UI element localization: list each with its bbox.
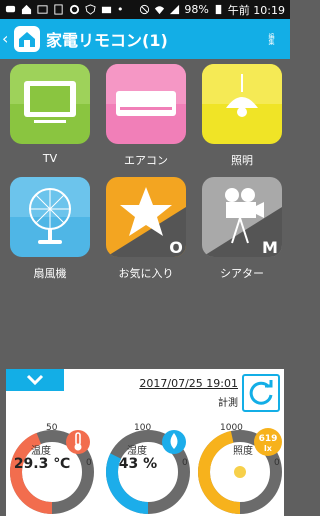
house-icon [19, 32, 35, 47]
favorites-label: お気に入り [118, 267, 174, 280]
more-notifications-icon: • [117, 3, 124, 16]
light-bulb-icon [234, 466, 246, 481]
fan-label: 扇風機 [33, 267, 67, 280]
refresh-icon [249, 380, 273, 405]
illuminance-max: 1000 [220, 423, 243, 433]
favorites-tile[interactable]: O [106, 177, 186, 257]
settings-icon [69, 4, 80, 15]
humidity-max: 100 [134, 423, 152, 433]
info-icon [54, 4, 63, 15]
tv-icon [10, 64, 90, 144]
humidity-gauge: 100 0 湿度 43 % [104, 422, 194, 516]
sensor-panel: 2017/07/25 19:01 計測 50 0 温度 29.3 ℃ 100 0… [6, 369, 284, 516]
mail-icon [101, 6, 112, 14]
illuminance-min: 0 [274, 458, 280, 468]
light-label: 照明 [231, 154, 253, 167]
fan-tile[interactable] [10, 177, 90, 257]
humidity-label: 湿度 [127, 446, 147, 457]
refresh-button[interactable] [242, 374, 280, 412]
collapse-button[interactable] [6, 369, 64, 391]
tv-tile[interactable] [10, 64, 90, 144]
wifi-icon [155, 6, 165, 15]
temperature-label: 温度 [31, 446, 51, 457]
chevron-down-icon [26, 374, 44, 386]
illuminance-gauge: 619 lx 1000 0 照度 [196, 422, 286, 516]
humidity-value: 43 % [118, 456, 158, 472]
ceiling-light-icon [202, 64, 282, 144]
back-icon[interactable]: ‹ [2, 31, 12, 47]
light-tile[interactable] [202, 64, 282, 144]
temperature-max: 50 [46, 423, 58, 433]
illuminance-label: 照度 [233, 446, 253, 457]
temperature-min: 0 [86, 458, 92, 468]
home-icon [21, 4, 32, 15]
clock: 午前 10:19 [227, 3, 285, 17]
humidity-min: 0 [182, 458, 188, 468]
fan-icon [10, 177, 90, 257]
measurement-timestamp: 2017/07/25 19:01 [139, 377, 238, 390]
theater-label: シアター [220, 267, 264, 280]
movie-camera-icon: M [202, 177, 282, 257]
favorites-badge: O [169, 238, 183, 257]
theater-tile[interactable]: M [202, 177, 282, 257]
air-conditioner-label: エアコン [124, 154, 168, 167]
battery-percent: 98% [184, 3, 209, 16]
star-icon: O [106, 177, 186, 257]
temperature-value: 29.3 ℃ [13, 456, 71, 472]
chat-icon [5, 5, 16, 13]
signal-icon [170, 4, 180, 15]
dnd-icon [140, 4, 150, 15]
page-title: 家電リモコン(1) [46, 31, 168, 50]
air-conditioner-icon [106, 64, 186, 144]
measure-label: 計測 [218, 398, 238, 409]
air-conditioner-tile[interactable] [106, 64, 186, 144]
edit-button[interactable]: 編集 [264, 25, 274, 53]
app-bar: ‹ 家電リモコン(1) 編集 [0, 19, 290, 59]
app-logo[interactable] [14, 26, 40, 52]
image-icon [37, 5, 48, 14]
theater-badge: M [262, 238, 278, 257]
shield-icon [85, 4, 96, 15]
status-bar: • 98% 午前 10:19 [0, 0, 290, 19]
battery-icon [215, 4, 222, 15]
temperature-gauge: 50 0 温度 29.3 ℃ [8, 422, 98, 516]
tv-label: TV [42, 152, 58, 165]
